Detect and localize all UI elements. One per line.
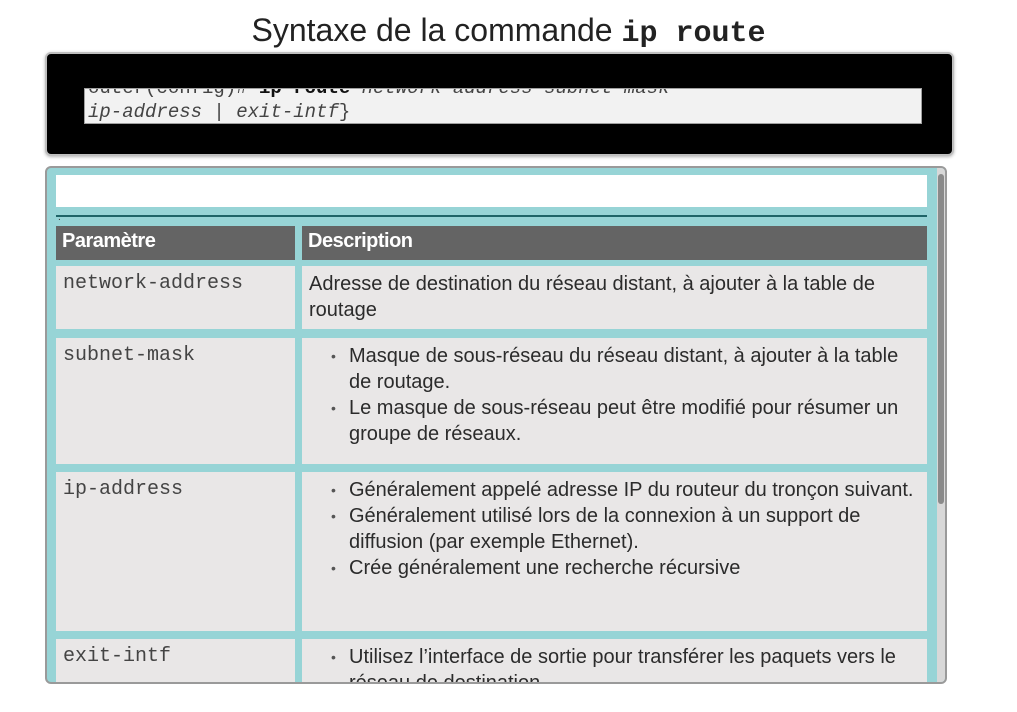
command-arg-sep: | xyxy=(202,101,237,123)
panel-blank-bar xyxy=(56,175,927,207)
command-args-1: network-address subnet-mask xyxy=(350,88,670,99)
title-text: Syntaxe de la commande xyxy=(251,12,622,48)
command-arg-intf: exit-intf xyxy=(236,101,339,123)
table-header-desc: Description xyxy=(302,226,927,260)
table-row-param: ip-address xyxy=(56,472,295,631)
command-line-1: outer(config)# ip route network-address … xyxy=(88,88,670,100)
command-keyword: ip route xyxy=(259,88,351,99)
table-row-desc: Utilisez l’interface de sortie pour tran… xyxy=(302,639,927,682)
desc-list: Généralement appelé adresse IP du routeu… xyxy=(309,477,919,581)
panel-dot-mark: . xyxy=(58,212,61,223)
table-header-param: Paramètre xyxy=(56,226,295,260)
page-title: Syntaxe de la commande ip route xyxy=(0,12,1017,51)
table-row-param: exit-intf xyxy=(56,639,295,682)
desc-bullet: Crée généralement une recherche récursiv… xyxy=(309,555,919,581)
table-row-desc: Masque de sous-réseau du réseau distant,… xyxy=(302,338,927,464)
title-command: ip route xyxy=(621,17,766,51)
desc-bullet: Généralement utilisé lors de la connexio… xyxy=(309,503,919,555)
desc-list: Utilisez l’interface de sortie pour tran… xyxy=(309,644,919,682)
desc-list: Masque de sous-réseau du réseau distant,… xyxy=(309,343,919,447)
command-line-2: ip-address | exit-intf} xyxy=(88,100,670,123)
command-syntax-text: outer(config)# ip route network-address … xyxy=(88,88,670,123)
desc-bullet: Le masque de sous-réseau peut être modif… xyxy=(309,395,919,447)
desc-text: Adresse de destination du réseau distant… xyxy=(309,273,875,321)
table-row-param: network-address xyxy=(56,266,295,329)
command-prompt: outer(config)# xyxy=(88,88,260,99)
command-syntax-box: outer(config)# ip route network-address … xyxy=(45,52,954,156)
desc-bullet: Généralement appelé adresse IP du routeu… xyxy=(309,477,919,503)
table-row-desc: Adresse de destination du réseau distant… xyxy=(302,266,927,329)
table-row-param: subnet-mask xyxy=(56,338,295,464)
table-row-desc: Généralement appelé adresse IP du routeu… xyxy=(302,472,927,631)
command-syntax-field: outer(config)# ip route network-address … xyxy=(84,88,922,124)
command-arg-end: } xyxy=(338,101,351,123)
desc-bullet: Masque de sous-réseau du réseau distant,… xyxy=(309,343,919,395)
command-arg-ip: ip-address xyxy=(88,101,203,123)
parameter-table-panel[interactable]: . Paramètre Description network-address … xyxy=(45,166,947,684)
vertical-scrollbar[interactable] xyxy=(937,168,945,682)
scrollbar-thumb[interactable] xyxy=(938,174,944,504)
panel-divider xyxy=(56,215,927,217)
desc-bullet: Utilisez l’interface de sortie pour tran… xyxy=(309,644,919,682)
